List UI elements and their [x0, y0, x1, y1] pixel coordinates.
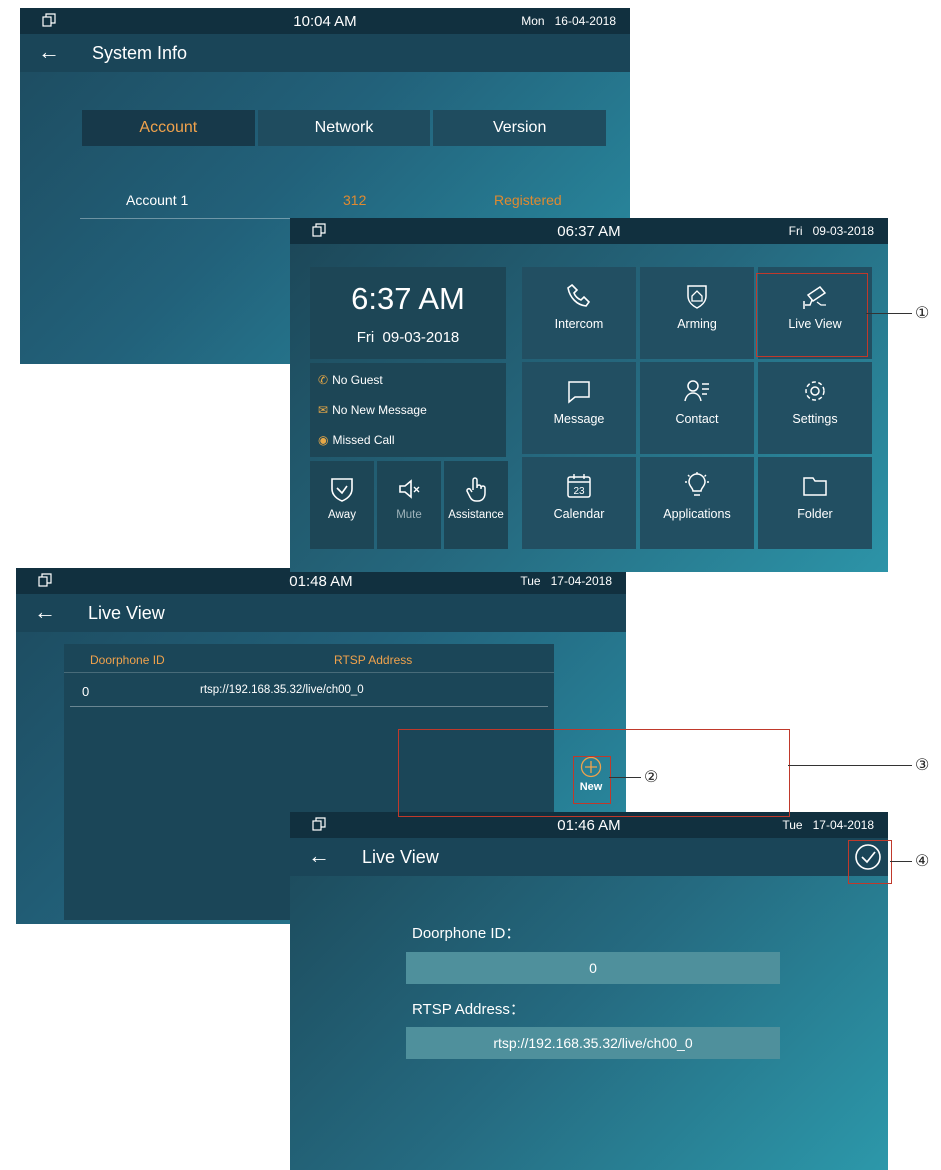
- hand-pointer-icon: [466, 477, 486, 502]
- phone-icon: [567, 283, 591, 307]
- envelope-icon: ✉: [318, 403, 329, 417]
- page-title: Live View: [88, 603, 165, 623]
- col-rtsp-address: RTSP Address: [334, 653, 413, 667]
- annotation-leader-4: [890, 861, 912, 862]
- chat-icon: ◉: [318, 433, 329, 447]
- tab-version[interactable]: Version: [433, 110, 607, 146]
- notif-label: Missed Call: [332, 433, 395, 447]
- title-bar: ← System Info: [20, 34, 630, 72]
- tile-arming[interactable]: Arming: [640, 267, 754, 359]
- page-title: Live View: [362, 847, 439, 867]
- clock-date: Fri 09-03-2018: [356, 329, 460, 346]
- speaker-mute-icon: [399, 479, 420, 499]
- tile-label: Intercom: [554, 317, 604, 331]
- phone-icon: ✆: [318, 373, 329, 387]
- status-date: Tue 17-04-2018: [782, 818, 874, 832]
- tile-label: Applications: [663, 507, 731, 521]
- mute-button[interactable]: Mute: [377, 461, 441, 549]
- notif-missed-call[interactable]: ◉ Missed Call: [318, 433, 395, 447]
- tile-label: Arming: [677, 317, 717, 331]
- away-label: Away: [328, 509, 356, 521]
- annotation-marker-4: ④: [915, 853, 930, 870]
- calendar-icon: 23: [567, 474, 591, 498]
- status-date: Mon 16-04-2018: [521, 14, 616, 28]
- annotation-box-live-view: [756, 273, 868, 357]
- doorphone-id-label: Doorphone ID：: [412, 925, 521, 942]
- rtsp-address-field[interactable]: rtsp://192.168.35.32/live/ch00_0: [406, 1027, 780, 1059]
- tab-network[interactable]: Network: [257, 110, 431, 146]
- annotation-marker-1: ①: [915, 305, 930, 322]
- tile-contact[interactable]: Contact: [640, 362, 754, 454]
- tile-settings[interactable]: Settings: [758, 362, 872, 454]
- tile-message[interactable]: Message: [522, 362, 636, 454]
- row-doorphone-id: 0: [82, 684, 90, 699]
- page-title: System Info: [92, 43, 188, 63]
- live-view-edit-screen: 01:46 AM Tue 17-04-2018 ← Live View Door…: [290, 812, 888, 1170]
- back-arrow-icon[interactable]: ←: [34, 599, 56, 625]
- back-arrow-icon[interactable]: ←: [38, 39, 60, 65]
- tile-intercom[interactable]: Intercom: [522, 267, 636, 359]
- annotation-leader-3: [788, 765, 912, 766]
- doorphone-id-field[interactable]: 0: [406, 952, 780, 984]
- shield-home-icon: [687, 285, 707, 309]
- table-header: Doorphone ID RTSP Address: [64, 644, 554, 673]
- tile-label: Calendar: [553, 507, 605, 521]
- clock-time: 6:37 AM: [351, 281, 465, 316]
- folder-icon: [803, 477, 827, 496]
- gear-icon: [805, 381, 825, 401]
- away-button[interactable]: Away: [310, 461, 374, 549]
- col-doorphone-id: Doorphone ID: [90, 653, 165, 667]
- contact-icon: [684, 380, 709, 402]
- status-bar: 06:37 AM Fri 09-03-2018: [290, 218, 888, 244]
- tile-label: Message: [553, 412, 605, 426]
- home-screen: 06:37 AM Fri 09-03-2018 6:37 AM Fri 09-0…: [290, 218, 888, 572]
- row-rtsp-address: rtsp://192.168.35.32/live/ch00_0: [200, 684, 364, 696]
- account-name: Account 1: [126, 192, 189, 208]
- rtsp-address-label: RTSP Address：: [412, 1001, 525, 1018]
- notif-no-guest[interactable]: ✆ No Guest: [318, 373, 383, 387]
- notif-label: No Guest: [332, 373, 383, 387]
- annotation-marker-3: ③: [915, 757, 930, 774]
- assistance-label: Assistance: [448, 509, 504, 521]
- title-bar: ← Live View: [290, 838, 888, 876]
- account-row: Account 1 312 Registered: [80, 184, 620, 219]
- annotation-box-check: [848, 840, 892, 884]
- tile-folder[interactable]: Folder: [758, 457, 872, 549]
- status-date: Fri 09-03-2018: [788, 224, 874, 238]
- status-bar: 10:04 AM Mon 16-04-2018: [20, 8, 630, 34]
- assistance-button[interactable]: Assistance: [444, 461, 508, 549]
- tile-label: Folder: [797, 507, 833, 521]
- back-arrow-icon[interactable]: ←: [308, 843, 330, 869]
- tab-account[interactable]: Account: [82, 110, 255, 146]
- account-number: 312: [343, 192, 367, 208]
- calendar-day: 23: [573, 486, 585, 497]
- title-bar: ← Live View: [16, 594, 626, 632]
- tile-calendar[interactable]: 23 Calendar: [522, 457, 636, 549]
- lightbulb-icon: [685, 472, 709, 496]
- notif-label: No New Message: [332, 403, 427, 417]
- notification-panel: ✆ No Guest ✉ No New Message ◉ Missed Call: [310, 363, 506, 457]
- tile-label: Contact: [675, 412, 719, 426]
- clock-widget: 6:37 AM Fri 09-03-2018: [310, 267, 506, 359]
- mute-label: Mute: [396, 509, 422, 521]
- notif-no-message[interactable]: ✉ No New Message: [318, 403, 427, 417]
- tab-bar: Account Network Version: [82, 110, 607, 146]
- shield-icon: [331, 478, 353, 502]
- tile-applications[interactable]: Applications: [640, 457, 754, 549]
- annotation-box-rtsp: [398, 729, 790, 817]
- annotation-leader-1: [866, 313, 912, 314]
- account-status: Registered: [494, 192, 562, 208]
- status-date: Tue 17-04-2018: [520, 574, 612, 588]
- table-row[interactable]: 0 rtsp://192.168.35.32/live/ch00_0: [70, 676, 548, 707]
- message-icon: [568, 381, 590, 404]
- tile-label: Settings: [792, 412, 838, 426]
